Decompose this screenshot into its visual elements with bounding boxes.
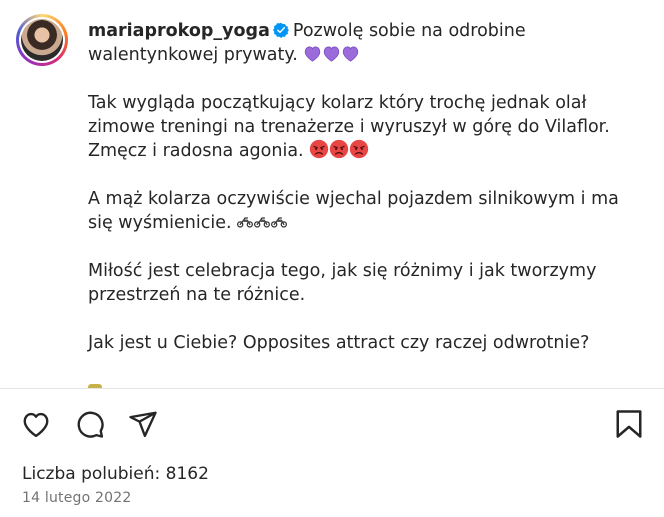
enraged-face-icon — [330, 139, 349, 159]
enraged-face-icon — [350, 139, 369, 159]
share-button[interactable] — [127, 408, 159, 440]
username-link[interactable]: mariaprokop_yoga — [88, 21, 270, 41]
purple-heart-icon — [343, 46, 359, 62]
likes-count[interactable]: Liczba polubień: 8162 — [22, 464, 209, 484]
avatar-image — [21, 19, 63, 61]
post-date[interactable]: 14 lutego 2022 — [22, 490, 131, 506]
verified-badge-icon — [272, 22, 289, 38]
purple-heart-icon — [324, 46, 340, 62]
motorcycle-icon — [237, 217, 254, 228]
purple-heart-icon — [305, 46, 321, 62]
post-actions-bar — [0, 408, 664, 440]
save-button[interactable] — [613, 408, 645, 440]
enraged-face-icon — [310, 139, 329, 159]
post-caption-area: mariaprokop_yoga Pozwolę sobie na odrobi… — [0, 0, 664, 388]
divider — [0, 388, 664, 389]
like-button[interactable] — [20, 408, 52, 440]
bookmark-icon — [616, 410, 642, 438]
profile-avatar[interactable] — [16, 14, 68, 66]
caption-paragraph: Jak jest u Ciebie? Opposites attract czy… — [88, 333, 590, 353]
caption-cutoff-line — [88, 379, 648, 388]
comment-button[interactable] — [74, 408, 106, 440]
caption-text: mariaprokop_yoga Pozwolę sobie na odrobi… — [88, 19, 648, 388]
motorcycle-icon — [254, 217, 271, 228]
like-heart-icon — [23, 412, 49, 438]
motorcycle-icon — [271, 217, 288, 228]
caption-paragraph: Miłość jest celebracja tego, jak się róż… — [88, 261, 597, 305]
share-icon — [129, 411, 157, 438]
caption-paragraph: A mąż kolarza oczywiście wjechal pojazde… — [88, 189, 619, 233]
comment-icon — [77, 411, 104, 438]
